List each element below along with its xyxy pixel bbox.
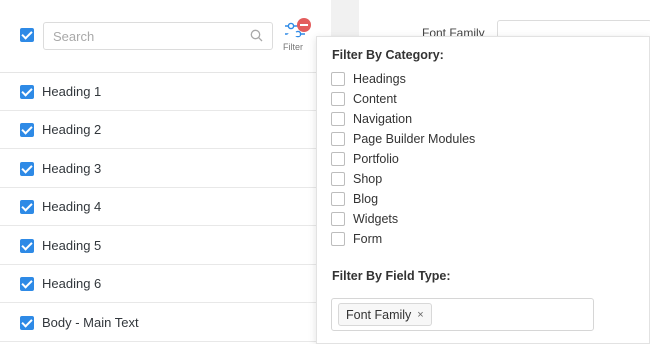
category-label: Shop <box>353 172 383 186</box>
item-checkbox[interactable] <box>20 316 34 330</box>
toolbar: Filter <box>0 0 331 73</box>
category-label: Widgets <box>353 212 399 226</box>
category-checkbox[interactable] <box>331 112 345 126</box>
category-label: Form <box>353 232 383 246</box>
field-type-section-title: Filter By Field Type: <box>332 269 451 283</box>
category-label: Content <box>353 92 397 106</box>
category-checkbox[interactable] <box>331 212 345 226</box>
left-panel: Filter Heading 1 Heading 2 Heading 3 Hea… <box>0 0 331 344</box>
item-checkbox[interactable] <box>20 277 34 291</box>
filter-label: Filter <box>283 42 303 52</box>
item-label: Heading 3 <box>42 161 102 176</box>
item-label: Heading 5 <box>42 238 102 253</box>
list-item[interactable]: Heading 4 <box>0 188 331 226</box>
field-type-tag: Font Family × <box>338 303 432 326</box>
item-checkbox[interactable] <box>20 239 34 253</box>
category-option[interactable]: Shop <box>331 169 531 189</box>
category-option[interactable]: Widgets <box>331 209 531 229</box>
category-label: Blog <box>353 192 379 206</box>
category-checkbox[interactable] <box>331 192 345 206</box>
category-option[interactable]: Form <box>331 229 531 249</box>
item-label: Heading 4 <box>42 199 102 214</box>
filter-popover: Filter By Category: Headings Content Nav… <box>316 36 650 344</box>
category-label: Navigation <box>353 112 413 126</box>
item-label: Heading 2 <box>42 122 102 137</box>
search-icon[interactable] <box>250 29 263 42</box>
item-label: Heading 1 <box>42 84 102 99</box>
list-item[interactable]: Heading 3 <box>0 150 331 188</box>
category-checkbox[interactable] <box>331 172 345 186</box>
search-input[interactable] <box>44 23 234 49</box>
category-option[interactable]: Portfolio <box>331 149 531 169</box>
popover-arrow <box>286 29 300 36</box>
item-checkbox[interactable] <box>20 123 34 137</box>
category-label: Page Builder Modules <box>353 132 476 146</box>
category-checkbox[interactable] <box>331 232 345 246</box>
list-item[interactable]: Body - Main Text <box>0 304 331 342</box>
tag-label: Font Family <box>346 307 412 322</box>
category-option[interactable]: Content <box>331 89 531 109</box>
list-item[interactable]: Heading 1 <box>0 73 331 111</box>
list-item[interactable]: Heading 5 <box>0 227 331 265</box>
category-checkbox[interactable] <box>331 92 345 106</box>
item-checkbox[interactable] <box>20 200 34 214</box>
category-option[interactable]: Navigation <box>331 109 531 129</box>
category-option[interactable]: Headings <box>331 69 531 89</box>
item-checkbox[interactable] <box>20 162 34 176</box>
search-box <box>43 22 273 50</box>
item-checkbox[interactable] <box>20 85 34 99</box>
list-item[interactable]: Heading 6 <box>0 265 331 303</box>
category-section-title: Filter By Category: <box>332 48 444 62</box>
list-item[interactable]: Heading 2 <box>0 111 331 149</box>
category-option[interactable]: Page Builder Modules <box>331 129 531 149</box>
select-all-checkbox[interactable] <box>20 28 34 42</box>
filter-button[interactable]: Filter <box>281 18 311 56</box>
tag-remove-icon[interactable]: × <box>417 309 423 321</box>
item-label: Body - Main Text <box>42 315 139 330</box>
item-label: Heading 6 <box>42 276 102 291</box>
category-checkbox[interactable] <box>331 72 345 86</box>
category-checkbox[interactable] <box>331 132 345 146</box>
category-label: Portfolio <box>353 152 399 166</box>
category-checkbox[interactable] <box>331 152 345 166</box>
category-option[interactable]: Blog <box>331 189 531 209</box>
category-label: Headings <box>353 72 406 86</box>
field-type-input[interactable]: Font Family × <box>331 298 594 331</box>
